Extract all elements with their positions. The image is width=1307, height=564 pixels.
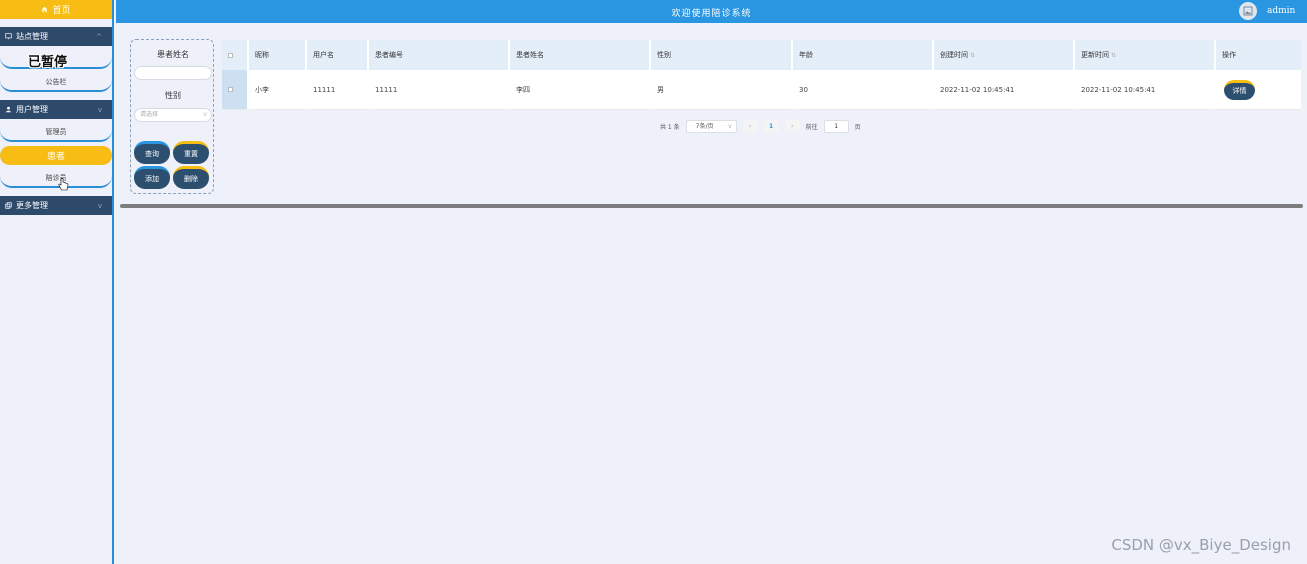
patient-name-input[interactable] xyxy=(134,66,212,80)
column-header-label: 更新时间 xyxy=(1081,51,1109,59)
total-count: 共 1 条 xyxy=(660,124,680,131)
table-header-row: 昵称 用户名 患者编号 患者姓名 性别 年龄 创建时间 ⇅ 更新时间 ⇅ 操作 xyxy=(222,40,1301,70)
prev-page-button[interactable]: ‹ xyxy=(742,120,758,133)
section-label: 站点管理 xyxy=(16,32,48,41)
sidebar-item-label: 患者 xyxy=(46,152,65,162)
gender-label: 性别 xyxy=(165,91,181,100)
top-bar: 欢迎使用陪诊系统 admin xyxy=(116,0,1307,23)
column-header: 用户名 xyxy=(307,40,369,70)
sidebar: 首页 站点管理 ^ 已暂停 公告栏 用户管理 v 管理员 患者 陪诊员 更多管理… xyxy=(0,0,114,564)
copy-icon xyxy=(5,202,12,209)
user-icon xyxy=(5,106,12,113)
paused-overlay: 已暂停 xyxy=(28,55,68,70)
section-label: 用户管理 xyxy=(16,105,48,114)
home-label: 首页 xyxy=(52,6,71,16)
watermark: CSDN @vx_Biye_Design xyxy=(1111,536,1291,554)
chevron-down-icon: v xyxy=(97,202,102,210)
add-button[interactable]: 添加 xyxy=(134,166,170,189)
column-header: 操作 xyxy=(1216,40,1301,70)
image-icon xyxy=(1243,6,1253,16)
next-page-button[interactable]: › xyxy=(784,120,800,133)
goto-label: 前往 xyxy=(805,124,818,131)
query-button[interactable]: 查询 xyxy=(134,141,170,164)
page-number[interactable]: 1 xyxy=(763,120,779,133)
reset-button[interactable]: 重置 xyxy=(173,141,209,164)
select-all-checkbox[interactable] xyxy=(228,52,233,58)
sidebar-section-user[interactable]: 用户管理 v xyxy=(0,100,112,119)
sidebar-section-site[interactable]: 站点管理 ^ xyxy=(0,27,112,46)
home-nav[interactable]: 首页 xyxy=(0,0,112,19)
column-header-label: 创建时间 xyxy=(940,51,968,59)
gender-select-placeholder: 请选择 xyxy=(140,111,159,118)
column-header: 昵称 xyxy=(249,40,307,70)
cell-created: 2022-11-02 10:45:41 xyxy=(934,70,1075,110)
cell-patient-name: 李四 xyxy=(510,70,651,110)
chevron-down-icon: v xyxy=(203,111,207,118)
page-title: 欢迎使用陪诊系统 xyxy=(671,9,752,19)
sidebar-section-more[interactable]: 更多管理 v xyxy=(0,196,112,215)
sidebar-item-patient[interactable]: 患者 xyxy=(0,146,112,165)
page-size-value: 7条/页 xyxy=(695,123,714,130)
pagination: 共 1 条 7条/页 v ‹ 1 › 前往 1 页 xyxy=(660,120,861,133)
patient-name-label: 患者姓名 xyxy=(157,50,189,59)
column-header-sortable[interactable]: 创建时间 ⇅ xyxy=(934,40,1075,70)
chevron-down-icon: v xyxy=(728,123,732,130)
sidebar-item-paused[interactable]: 已暂停 xyxy=(0,50,112,70)
search-panel: 患者姓名 性别 请选择 v 查询 重置 添加 删除 xyxy=(130,39,214,194)
sidebar-item-escort[interactable]: 陪诊员 xyxy=(0,169,112,191)
cell-age: 30 xyxy=(793,70,934,110)
chevron-down-icon: v xyxy=(97,106,102,114)
column-header: 年龄 xyxy=(793,40,934,70)
sidebar-item-notice[interactable]: 公告栏 xyxy=(0,73,112,92)
section-label: 更多管理 xyxy=(16,201,48,210)
sidebar-item-label: 公告栏 xyxy=(45,77,67,86)
goto-page-input[interactable]: 1 xyxy=(823,120,849,133)
delete-button[interactable]: 删除 xyxy=(173,166,209,189)
column-header-sortable[interactable]: 更新时间 ⇅ xyxy=(1075,40,1216,70)
column-header: 性别 xyxy=(651,40,793,70)
cell-gender: 男 xyxy=(651,70,793,110)
username[interactable]: admin xyxy=(1267,6,1295,16)
cell-username: 11111 xyxy=(307,70,369,110)
table-row: 小李 11111 11111 李四 男 30 2022-11-02 10:45:… xyxy=(222,70,1301,110)
sidebar-item-admin[interactable]: 管理员 xyxy=(0,123,112,142)
page-size-select[interactable]: 7条/页 v xyxy=(685,120,737,133)
column-header: 患者姓名 xyxy=(510,40,651,70)
detail-button[interactable]: 详情 xyxy=(1224,79,1255,100)
cell-patient-no: 11111 xyxy=(369,70,510,110)
chevron-up-icon: ^ xyxy=(96,33,102,41)
patient-table: 昵称 用户名 患者编号 患者姓名 性别 年龄 创建时间 ⇅ 更新时间 ⇅ 操作 小李… xyxy=(222,40,1301,110)
gender-select[interactable]: 请选择 v xyxy=(134,108,212,122)
row-select-cell[interactable] xyxy=(222,70,249,110)
cell-updated: 2022-11-02 10:45:41 xyxy=(1075,70,1216,110)
page-suffix: 页 xyxy=(854,124,861,131)
horizontal-scrollbar[interactable] xyxy=(120,204,1303,208)
cell-action: 详情 xyxy=(1216,70,1301,110)
sort-icon[interactable]: ⇅ xyxy=(970,52,975,59)
cell-nickname: 小李 xyxy=(249,70,307,110)
avatar[interactable] xyxy=(1239,2,1257,20)
hand-cursor-icon xyxy=(58,178,69,191)
monitor-icon xyxy=(5,33,12,40)
row-checkbox[interactable] xyxy=(228,87,233,92)
sidebar-item-label: 管理员 xyxy=(45,127,67,136)
select-all-cell[interactable] xyxy=(222,40,249,70)
column-header: 患者编号 xyxy=(369,40,510,70)
home-icon xyxy=(42,6,48,13)
sort-icon[interactable]: ⇅ xyxy=(1111,52,1116,59)
